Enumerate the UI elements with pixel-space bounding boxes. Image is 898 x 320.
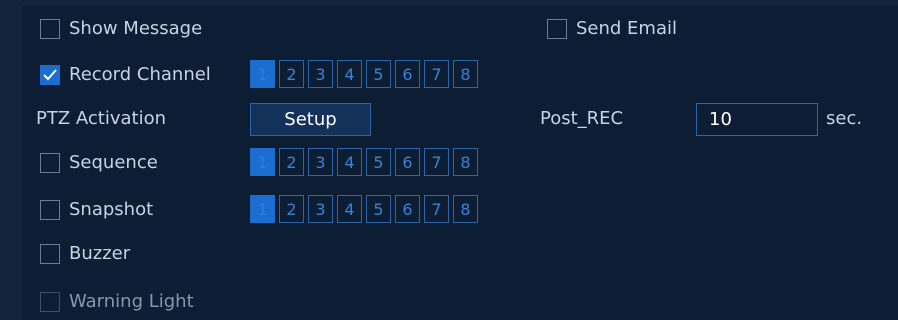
ptz-activation-label: PTZ Activation [36, 108, 167, 129]
snapshot-channel-3[interactable]: 3 [308, 195, 333, 223]
record-channel-2[interactable]: 2 [279, 60, 304, 88]
sequence-channel-3[interactable]: 3 [308, 148, 333, 176]
buzzer-option[interactable]: Buzzer [40, 243, 130, 264]
record-channel-6[interactable]: 6 [395, 60, 420, 88]
snapshot-channel-4[interactable]: 4 [337, 195, 362, 223]
send-email-label: Send Email [576, 18, 677, 39]
record-channel-7[interactable]: 7 [424, 60, 449, 88]
snapshot-option[interactable]: Snapshot [40, 199, 153, 220]
record-channel-4[interactable]: 4 [337, 60, 362, 88]
snapshot-label: Snapshot [69, 199, 154, 220]
warning-light-checkbox[interactable] [40, 291, 60, 312]
record-channel-selector: 1 2 3 4 5 6 7 8 [250, 60, 482, 88]
send-email-option[interactable]: Send Email [547, 18, 677, 39]
snapshot-channel-2[interactable]: 2 [279, 195, 304, 223]
show-message-option[interactable]: Show Message [40, 18, 202, 39]
sequence-channel-7[interactable]: 7 [424, 148, 449, 176]
snapshot-channel-5[interactable]: 5 [366, 195, 391, 223]
sequence-label: Sequence [69, 152, 158, 173]
sequence-option[interactable]: Sequence [40, 152, 158, 173]
snapshot-channel-selector: 1 2 3 4 5 6 7 8 [250, 195, 482, 223]
show-message-checkbox[interactable] [40, 18, 60, 39]
snapshot-checkbox[interactable] [40, 199, 60, 220]
post-rec-unit: sec. [826, 108, 863, 129]
show-message-label: Show Message [69, 18, 203, 39]
sequence-channel-5[interactable]: 5 [366, 148, 391, 176]
record-channel-1[interactable]: 1 [250, 60, 275, 88]
record-channel-label: Record Channel [69, 64, 211, 85]
send-email-checkbox[interactable] [547, 18, 567, 39]
record-channel-5[interactable]: 5 [366, 60, 391, 88]
snapshot-channel-1[interactable]: 1 [250, 195, 275, 223]
snapshot-channel-7[interactable]: 7 [424, 195, 449, 223]
buzzer-label: Buzzer [69, 243, 131, 264]
sequence-channel-2[interactable]: 2 [279, 148, 304, 176]
sequence-checkbox[interactable] [40, 152, 60, 173]
record-channel-checkbox[interactable] [40, 64, 60, 85]
record-channel-8[interactable]: 8 [453, 60, 478, 88]
post-rec-input[interactable]: 10 [696, 103, 818, 136]
sequence-channel-selector: 1 2 3 4 5 6 7 8 [250, 148, 482, 176]
record-channel-option[interactable]: Record Channel [40, 64, 211, 85]
record-channel-3[interactable]: 3 [308, 60, 333, 88]
sequence-channel-6[interactable]: 6 [395, 148, 420, 176]
sequence-channel-8[interactable]: 8 [453, 148, 478, 176]
warning-light-option[interactable]: Warning Light [40, 291, 194, 312]
buzzer-checkbox[interactable] [40, 243, 60, 264]
snapshot-channel-6[interactable]: 6 [395, 195, 420, 223]
sequence-channel-1[interactable]: 1 [250, 148, 275, 176]
post-rec-label: Post_REC [540, 108, 624, 129]
ptz-setup-button[interactable]: Setup [250, 103, 371, 136]
check-icon [43, 68, 57, 80]
snapshot-channel-8[interactable]: 8 [453, 195, 478, 223]
warning-light-label: Warning Light [69, 291, 194, 312]
sequence-channel-4[interactable]: 4 [337, 148, 362, 176]
